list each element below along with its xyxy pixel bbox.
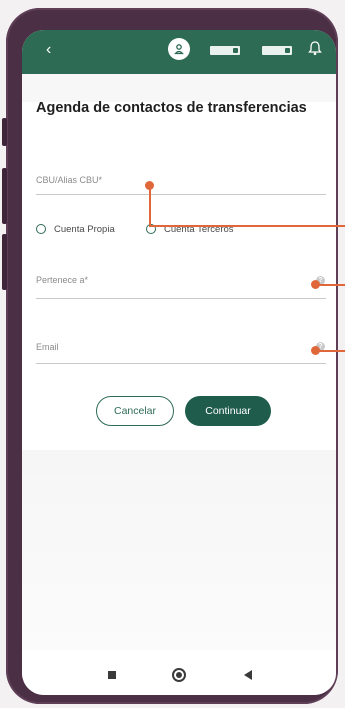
callout-line (318, 350, 345, 352)
top-bar: ‹ (22, 30, 336, 74)
continue-button[interactable]: Continuar (185, 396, 271, 426)
radio-cuenta-propia[interactable] (36, 224, 46, 234)
user-icon-glyph (174, 44, 184, 55)
bell-icon[interactable] (308, 40, 322, 56)
cbu-field[interactable] (36, 194, 326, 195)
pertenece-field-label: Pertenece a* (36, 275, 89, 285)
empty-area (22, 450, 336, 650)
pertenece-field[interactable] (36, 298, 326, 299)
callout-line (149, 225, 345, 227)
chevron-left-icon[interactable]: ‹ (46, 42, 51, 58)
email-field[interactable] (36, 363, 326, 364)
header-chip (262, 46, 292, 55)
app-screen: ‹ Agenda de contactos de transferencias … (22, 30, 336, 695)
cbu-field-label: CBU/Alias CBU* (36, 175, 103, 185)
page-title: Agenda de contactos de transferencias (36, 100, 307, 116)
side-button (2, 118, 7, 146)
user-icon[interactable] (168, 38, 190, 60)
side-button (2, 168, 7, 224)
callout-line (149, 186, 151, 226)
phone-frame: ‹ Agenda de contactos de transferencias … (2, 8, 338, 704)
email-field-label: Email (36, 342, 59, 352)
side-button (2, 234, 7, 290)
circle-icon[interactable] (172, 668, 186, 682)
header-shadow-band (22, 74, 336, 102)
square-icon[interactable] (108, 671, 116, 679)
cancel-button[interactable]: Cancelar (96, 396, 174, 426)
triangle-back-icon[interactable] (244, 670, 252, 680)
callout-line (318, 284, 345, 286)
radio-label-cuenta-propia[interactable]: Cuenta Propia (54, 224, 115, 235)
system-nav-bar (22, 657, 336, 695)
chip-dot (233, 48, 238, 53)
header-chip (210, 46, 240, 55)
chip-dot (285, 48, 290, 53)
